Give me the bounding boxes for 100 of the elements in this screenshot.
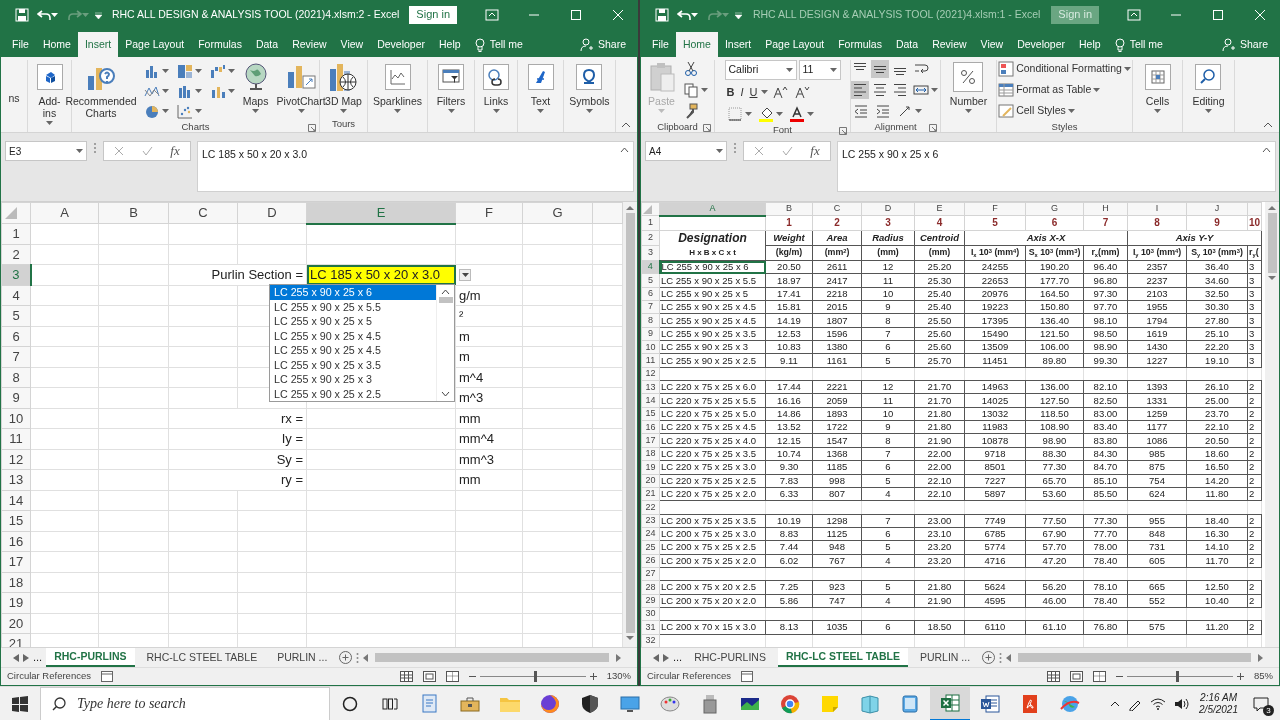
table-cell: 5 — [964, 215, 1026, 231]
table-cell: 8.83 — [765, 527, 813, 541]
table-cell: 77.50 — [1025, 514, 1084, 528]
table-cell: 14.19 — [765, 313, 813, 328]
table-cell: 575 — [1127, 620, 1187, 635]
table-cell: 26.10 — [1186, 380, 1248, 394]
table-cell: 1331 — [1127, 393, 1187, 408]
table-cell: 4595 — [964, 594, 1026, 608]
table-cell: 88.30 — [1025, 447, 1084, 461]
table-cell: 3 — [1247, 300, 1262, 314]
group-label: Clipboard — [657, 120, 698, 134]
table-cell: 2357 — [1127, 260, 1187, 274]
table-cell: 21.80 — [914, 580, 965, 595]
table-cell: 25.10 — [1186, 327, 1248, 341]
table-cell: Iy = — [168, 428, 307, 449]
table-cell: 27.80 — [1186, 313, 1248, 328]
table-cell: 1380 — [812, 340, 862, 354]
table-cell: 22.00 — [914, 460, 965, 474]
table-cell: 4 — [861, 487, 915, 501]
table-cell: 5 — [861, 474, 915, 488]
table-cell: 82.10 — [1083, 380, 1128, 394]
table-cell: 20.50 — [1186, 433, 1248, 448]
table-cell: 10.19 — [765, 514, 813, 528]
table-cell: 32.50 — [1186, 287, 1248, 301]
table-cell: 21.70 — [914, 380, 965, 394]
table-cell: 3 — [1247, 313, 1262, 328]
table-cell: 20976 — [964, 287, 1026, 301]
table-cell: 98.50 — [1083, 327, 1128, 341]
table-cell: 97.30 — [1083, 287, 1128, 301]
table-cell: S$_{y}$ 10$^{3}$ (mm$^{3}$) — [1186, 245, 1248, 261]
table-cell: 2 — [1247, 420, 1262, 434]
table-cell: 2015 — [812, 300, 862, 314]
table-cell: 3 — [1247, 353, 1262, 368]
table-cell: Area — [812, 230, 862, 246]
table-cell: 2103 — [1127, 287, 1187, 301]
table-cell: 3 — [1247, 260, 1262, 274]
table-cell: 17.41 — [765, 287, 813, 301]
table-cell: 5.86 — [765, 594, 813, 608]
table-cell: 8 — [861, 313, 915, 328]
table-cell: 9.11 — [765, 353, 813, 368]
table-cell: 1086 — [1127, 433, 1187, 448]
table-cell: 190.20 — [1025, 260, 1084, 274]
table-cell: 23.00 — [914, 514, 965, 528]
table-cell: 8 — [861, 433, 915, 448]
table-cell: 12.50 — [1186, 580, 1248, 595]
table-cell: 7 — [1083, 215, 1128, 231]
table-cell: 13.52 — [765, 420, 813, 434]
table-cell: 2 — [1247, 393, 1262, 408]
table-cell: 848 — [1127, 527, 1187, 541]
table-cell: 85.10 — [1083, 474, 1128, 488]
table-cell: 25.70 — [914, 353, 965, 368]
table-cell: 99.30 — [1083, 353, 1128, 368]
table-cell: I$_{x}$ 10$^{3}$ (mm$^{4}$) — [964, 245, 1026, 261]
table-cell: 2 — [1247, 580, 1262, 595]
table-cell: 85.50 — [1083, 487, 1128, 501]
table-cell: 1547 — [812, 433, 862, 448]
table-cell: 6.33 — [765, 487, 813, 501]
table-cell: 985 — [1127, 447, 1187, 461]
table-cell: 7 — [861, 327, 915, 341]
table-cell: 1722 — [812, 420, 862, 434]
table-cell: 22.10 — [1186, 420, 1248, 434]
table-cell: rx = — [168, 408, 307, 429]
table-cell: 5774 — [964, 540, 1026, 555]
table-cell: 2417 — [812, 273, 862, 288]
table-cell: 11.20 — [1186, 620, 1248, 635]
table-cell: 4 — [861, 594, 915, 608]
table-cell: 21.90 — [914, 594, 965, 608]
table-cell: 10 — [1247, 215, 1262, 231]
table-cell: 83.00 — [1083, 407, 1128, 421]
table-cell: 18.40 — [1186, 514, 1248, 528]
table-cell: 2 — [1247, 540, 1262, 555]
table-cell: 67.90 — [1025, 527, 1084, 541]
status-text: Circular References — [7, 669, 91, 684]
table-cell: 2 — [1247, 433, 1262, 448]
table-cell: 6785 — [964, 527, 1026, 541]
table-cell: 2 — [1247, 620, 1262, 635]
table-cell: 955 — [1127, 514, 1187, 528]
table-cell: 83.40 — [1083, 420, 1128, 434]
table-cell: (mm) — [861, 245, 915, 261]
table-cell: 5 — [861, 540, 915, 555]
table-cell: 78.40 — [1083, 594, 1128, 608]
table-cell: 98.10 — [1083, 313, 1128, 328]
table-cell: 25.50 — [914, 313, 965, 328]
table-cell: 22.10 — [914, 474, 965, 488]
table-cell: 16.30 — [1186, 527, 1248, 541]
table-cell: 5624 — [964, 580, 1026, 595]
table-cell: 7.83 — [765, 474, 813, 488]
table-cell: mm^4 — [455, 428, 523, 449]
table-cell: 36.40 — [1186, 260, 1248, 274]
table-cell: 177.70 — [1025, 273, 1084, 288]
table-cell: 875 — [1127, 460, 1187, 474]
table-cell: 78.00 — [1083, 540, 1128, 555]
table-cell: 747 — [812, 594, 862, 608]
table-cell: 2 — [1247, 514, 1262, 528]
table-cell: 127.50 — [1025, 393, 1084, 408]
table-cell: 20.50 — [765, 260, 813, 274]
table-cell: (kg/m) — [765, 245, 813, 261]
table-cell: 25.60 — [914, 327, 965, 341]
table-cell: 7.25 — [765, 580, 813, 595]
table-cell: 46.00 — [1025, 594, 1084, 608]
